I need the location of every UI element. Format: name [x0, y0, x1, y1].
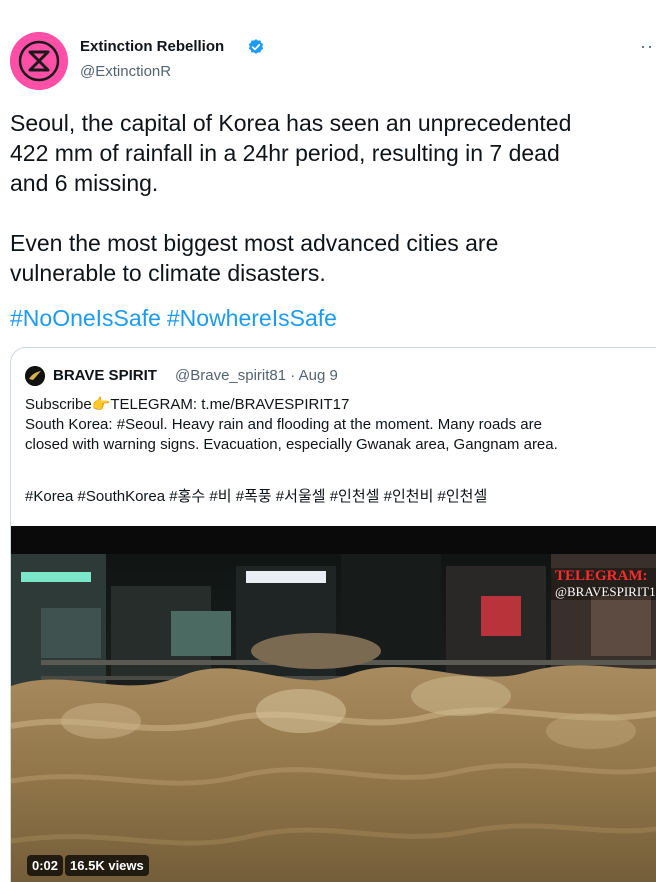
quoted-text-line: Subscribe👉TELEGRAM: t.me/BRAVESPIRIT17	[25, 396, 350, 413]
hashtag-link[interactable]: #NowhereIsSafe	[167, 305, 337, 331]
quoted-date[interactable]: Aug 9	[299, 367, 338, 384]
video-views: 16.5K views	[65, 855, 149, 876]
video-duration: 0:02	[27, 855, 64, 876]
extinction-symbol-icon	[10, 32, 68, 90]
hashtag-link[interactable]: #NoOneIsSafe	[10, 305, 161, 331]
quoted-author-handle[interactable]: @Brave_spirit81	[175, 367, 286, 384]
quoted-author-avatar	[25, 366, 45, 386]
quoted-author-name[interactable]: BRAVE SPIRIT	[53, 367, 157, 384]
author-name[interactable]: Extinction Rebellion	[80, 38, 224, 55]
quoted-hashtags: #Korea #SouthKorea #홍수 #비 #폭풍 #서울셀 #인천셀 …	[25, 488, 488, 505]
author-avatar[interactable]	[10, 32, 68, 90]
watermark-title: TELEGRAM:	[555, 568, 648, 584]
tweet-hashtags: #NoOneIsSafe #NowhereIsSafe	[10, 303, 343, 333]
quoted-text-body: South Korea: #Seoul. Heavy rain and floo…	[25, 416, 558, 453]
eagle-logo-icon	[25, 366, 45, 386]
telegram-watermark: TELEGRAM: @BRAVESPIRIT17	[551, 568, 656, 600]
author-handle[interactable]: @ExtinctionR	[80, 63, 171, 80]
quoted-author-meta: @Brave_spirit81 · Aug 9	[175, 367, 338, 384]
video-player[interactable]: TELEGRAM: @BRAVESPIRIT17 0:02 16.5K view…	[11, 526, 656, 882]
quoted-text: Subscribe👉TELEGRAM: t.me/BRAVESPIRIT17 S…	[25, 395, 656, 455]
verified-badge-icon	[248, 39, 264, 54]
quoted-tweet-card[interactable]: BRAVE SPIRIT @Brave_spirit81 · Aug 9 Sub…	[10, 347, 656, 882]
watermark-handle: @BRAVESPIRIT17	[555, 584, 656, 599]
tweet-text: Seoul, the capital of Korea has seen an …	[10, 110, 572, 286]
video-stats: 0:02 16.5K views	[27, 855, 149, 876]
more-options-icon[interactable]: ··	[640, 36, 654, 57]
meta-separator: ·	[290, 367, 296, 384]
